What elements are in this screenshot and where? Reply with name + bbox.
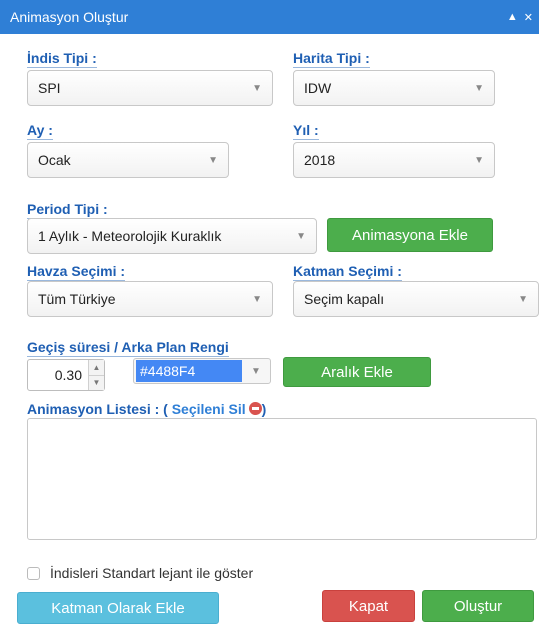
list-title-suffix: ) [261, 401, 267, 417]
ay-label: Ay : [27, 122, 53, 140]
animation-list[interactable] [27, 418, 537, 540]
chevron-down-icon: ▼ [252, 82, 262, 94]
standard-legend-option[interactable]: İndisleri Standart lejant ile göster [27, 565, 253, 581]
havza-secimi-select[interactable]: Tüm Türkiye ▼ [27, 281, 273, 317]
chevron-down-icon: ▼ [474, 154, 484, 166]
animation-list-title: Animasyon Listesi : ( Seçileni Sil) [27, 401, 266, 417]
havza-secimi-label: Havza Seçimi : [27, 263, 126, 281]
ay-select[interactable]: Ocak ▼ [27, 142, 229, 178]
yil-label: Yıl : [293, 122, 319, 140]
background-color-picker[interactable]: #4488F4 ▼ [133, 358, 271, 384]
chevron-down-icon: ▼ [518, 293, 528, 305]
chevron-down-icon: ▼ [296, 230, 306, 242]
katman-olarak-ekle-button[interactable]: Katman Olarak Ekle [17, 592, 219, 624]
close-icon[interactable]: ✕ [524, 11, 533, 24]
yil-select[interactable]: 2018 ▼ [293, 142, 495, 178]
katman-secimi-value: Seçim kapalı [304, 291, 385, 307]
color-value: #4488F4 [136, 360, 242, 382]
gecis-label: Geçiş süresi / Arka Plan Rengi [27, 339, 229, 357]
duration-value: 0.30 [54, 367, 82, 383]
period-tipi-label: Period Tipi : [27, 201, 108, 219]
indis-tipi-label: İndis Tipi : [27, 50, 97, 68]
chevron-down-icon: ▼ [251, 365, 261, 377]
step-down-icon[interactable]: ▼ [89, 375, 104, 390]
title-bar[interactable]: Animasyon Oluştur ▲ ✕ [0, 0, 539, 34]
harita-tipi-select[interactable]: IDW ▼ [293, 70, 495, 106]
animasyona-ekle-button[interactable]: Animasyona Ekle [327, 218, 493, 252]
kapat-button[interactable]: Kapat [322, 590, 415, 622]
collapse-icon[interactable]: ▲ [507, 11, 518, 23]
window-controls: ▲ ✕ [507, 11, 533, 24]
yil-value: 2018 [304, 152, 336, 168]
havza-secimi-value: Tüm Türkiye [38, 291, 116, 307]
ay-value: Ocak [38, 152, 71, 168]
period-tipi-select[interactable]: 1 Aylık - Meteorolojik Kuraklık ▼ [27, 218, 317, 254]
delete-selected-link[interactable]: Seçileni Sil [172, 401, 246, 417]
duration-stepper[interactable]: 0.30 ▲ ▼ [27, 359, 105, 391]
katman-secimi-select[interactable]: Seçim kapalı ▼ [293, 281, 539, 317]
dialog-title: Animasyon Oluştur [10, 9, 129, 25]
olustur-button[interactable]: Oluştur [422, 590, 534, 622]
chevron-down-icon: ▼ [252, 293, 262, 305]
period-tipi-value: 1 Aylık - Meteorolojik Kuraklık [38, 228, 222, 244]
indis-tipi-value: SPI [38, 80, 61, 96]
stepper-arrows: ▲ ▼ [88, 360, 104, 390]
harita-tipi-label: Harita Tipi : [293, 50, 370, 68]
remove-icon[interactable] [248, 402, 262, 415]
indis-tipi-select[interactable]: SPI ▼ [27, 70, 273, 106]
list-title-prefix: Animasyon Listesi : ( [27, 401, 168, 417]
standard-legend-checkbox[interactable] [27, 566, 40, 580]
chevron-down-icon: ▼ [474, 82, 484, 94]
harita-tipi-value: IDW [304, 80, 332, 96]
standard-legend-label: İndisleri Standart lejant ile göster [50, 565, 254, 581]
chevron-down-icon: ▼ [208, 154, 218, 166]
aralik-ekle-button[interactable]: Aralık Ekle [283, 357, 431, 387]
step-up-icon[interactable]: ▲ [89, 360, 104, 376]
katman-secimi-label: Katman Seçimi : [293, 263, 402, 281]
animation-dialog: Animasyon Oluştur ▲ ✕ İndis Tipi : SPI ▼… [0, 0, 539, 632]
